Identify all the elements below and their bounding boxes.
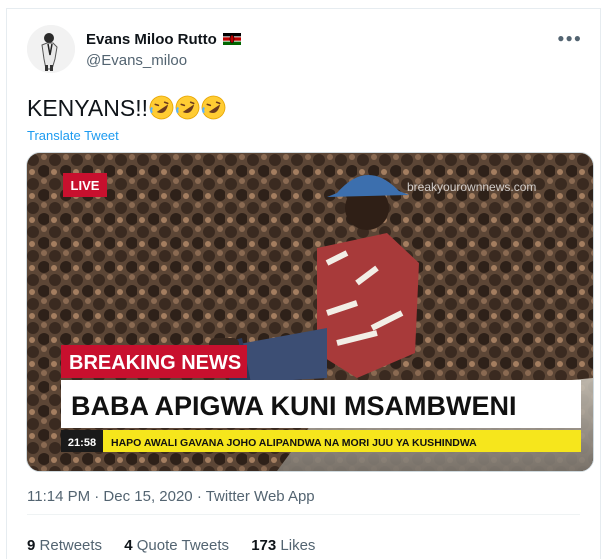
- tweet-card: Evans Miloo Rutto @Evans_miloo ●●● KENYA…: [6, 8, 601, 559]
- live-label: LIVE: [71, 178, 100, 193]
- retweets-count: 9: [27, 537, 36, 554]
- watermark-text: breakyourownnews.com: [407, 180, 536, 194]
- quote-tweets-count: 4: [124, 537, 133, 554]
- quote-tweets-stat[interactable]: 4 Quote Tweets: [124, 537, 229, 554]
- author-name-text: Evans Miloo Rutto: [86, 31, 217, 48]
- avatar[interactable]: [27, 25, 75, 73]
- profile-photo: [27, 25, 75, 73]
- tweet-text: KENYANS!!: [27, 95, 226, 122]
- rolling-on-floor-laughing-emoji: [201, 95, 226, 120]
- clock-text: 21:58: [68, 437, 96, 449]
- tweet-stats: 9 Retweets 4 Quote Tweets 173 Likes: [27, 537, 333, 554]
- ticker-text: HAPO AWALI GAVANA JOHO ALIPANDWA NA MORI…: [111, 437, 477, 449]
- rolling-on-floor-laughing-emoji: [149, 95, 174, 120]
- more-options-icon[interactable]: ●●●: [557, 31, 582, 45]
- translate-tweet-link[interactable]: Translate Tweet: [27, 128, 119, 143]
- tweet-text-content: KENYANS!!: [27, 95, 148, 121]
- stats-divider-top: [27, 514, 580, 515]
- tweet-media-image[interactable]: breakyourownnews.com LIVE BREAKING NEWS …: [26, 152, 594, 472]
- retweets-label: Retweets: [39, 537, 103, 554]
- author-name[interactable]: Evans Miloo Rutto: [86, 31, 242, 48]
- likes-stat[interactable]: 173 Likes: [251, 537, 315, 554]
- kenya-flag-icon: [223, 33, 242, 45]
- likes-label: Likes: [280, 537, 316, 554]
- quote-tweets-label: Quote Tweets: [136, 537, 230, 554]
- tweet-timestamp[interactable]: 11:14 PM · Dec 15, 2020 · Twitter Web Ap…: [27, 488, 315, 505]
- rolling-on-floor-laughing-emoji: [175, 95, 200, 120]
- breaking-news-label: BREAKING NEWS: [69, 352, 241, 374]
- breaking-news-image: breakyourownnews.com LIVE BREAKING NEWS …: [27, 153, 593, 471]
- retweets-stat[interactable]: 9 Retweets: [27, 537, 102, 554]
- headline-text: BABA APIGWA KUNI MSAMBWENI: [71, 391, 516, 421]
- likes-count: 173: [251, 537, 277, 554]
- author-handle[interactable]: @Evans_miloo: [86, 52, 187, 69]
